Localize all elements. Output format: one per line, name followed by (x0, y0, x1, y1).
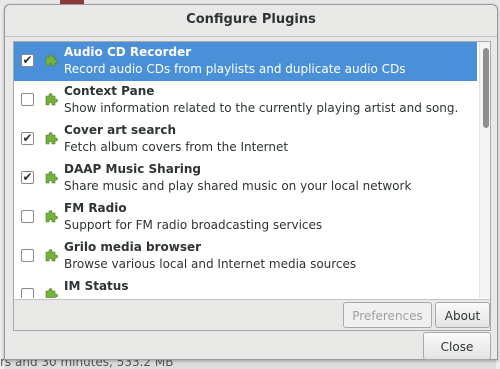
plugin-row[interactable]: FM Radio Support for FM radio broadcastin… (14, 198, 477, 237)
plugin-enabled-checkbox[interactable] (21, 288, 34, 298)
close-button[interactable]: Close (423, 332, 491, 360)
puzzle-piece-icon (43, 287, 59, 298)
plugin-list: ✔ Audio CD Recorder Record audio CDs from … (14, 42, 477, 298)
plugin-description: Record audio CDs from playlists and dupl… (64, 62, 406, 76)
plugin-enabled-checkbox[interactable]: ✔ (21, 132, 34, 145)
plugin-row[interactable]: ✔ Cover art search Fetch album covers from… (14, 120, 477, 159)
plugin-row[interactable]: Context Pane Show information related to … (14, 81, 477, 120)
list-scrollbar[interactable] (479, 42, 490, 298)
plugin-list-frame: ✔ Audio CD Recorder Record audio CDs from … (13, 41, 491, 331)
puzzle-piece-icon (43, 248, 59, 264)
preferences-button[interactable]: Preferences (343, 302, 432, 328)
plugin-description: Support for FM radio broadcasting servic… (64, 218, 323, 232)
plugin-row[interactable]: ✔ Audio CD Recorder Record audio CDs from … (14, 42, 477, 81)
plugin-enabled-checkbox[interactable] (21, 249, 34, 262)
plugin-name: Audio CD Recorder (64, 45, 192, 59)
plugin-description: Fetch album covers from the Internet (64, 140, 289, 154)
puzzle-piece-icon (43, 170, 59, 186)
plugin-description: Share music and play shared music on you… (64, 179, 412, 193)
plugin-row[interactable]: IM Status (14, 276, 477, 298)
plugin-row[interactable]: Grilo media browser Browse various local … (14, 237, 477, 276)
plugin-name: DAAP Music Sharing (64, 162, 201, 176)
plugin-name: Context Pane (64, 84, 155, 98)
plugin-toolbar: Preferences About (14, 299, 490, 330)
plugin-enabled-checkbox[interactable] (21, 210, 34, 223)
plugin-enabled-checkbox[interactable] (21, 93, 34, 106)
plugin-row[interactable]: ✔ DAAP Music Sharing Share music and play … (14, 159, 477, 198)
scrollbar-thumb[interactable] (483, 48, 489, 128)
plugin-enabled-checkbox[interactable]: ✔ (21, 171, 34, 184)
dialog-title: Configure Plugins (5, 5, 497, 37)
plugin-name: Cover art search (64, 123, 176, 137)
plugin-name: Grilo media browser (64, 240, 202, 254)
puzzle-piece-icon (43, 131, 59, 147)
plugin-enabled-checkbox[interactable]: ✔ (21, 54, 34, 67)
plugin-description: Show information related to the currentl… (64, 101, 459, 115)
plugin-name: IM Status (64, 279, 129, 293)
puzzle-piece-icon (43, 53, 59, 69)
plugin-description: Browse various local and Internet media … (64, 257, 357, 271)
configure-plugins-dialog: Configure Plugins ✔ Audio CD Recorder Reco… (4, 4, 498, 360)
plugin-name: FM Radio (64, 201, 127, 215)
puzzle-piece-icon (43, 92, 59, 108)
puzzle-piece-icon (43, 209, 59, 225)
about-button[interactable]: About (435, 302, 490, 328)
